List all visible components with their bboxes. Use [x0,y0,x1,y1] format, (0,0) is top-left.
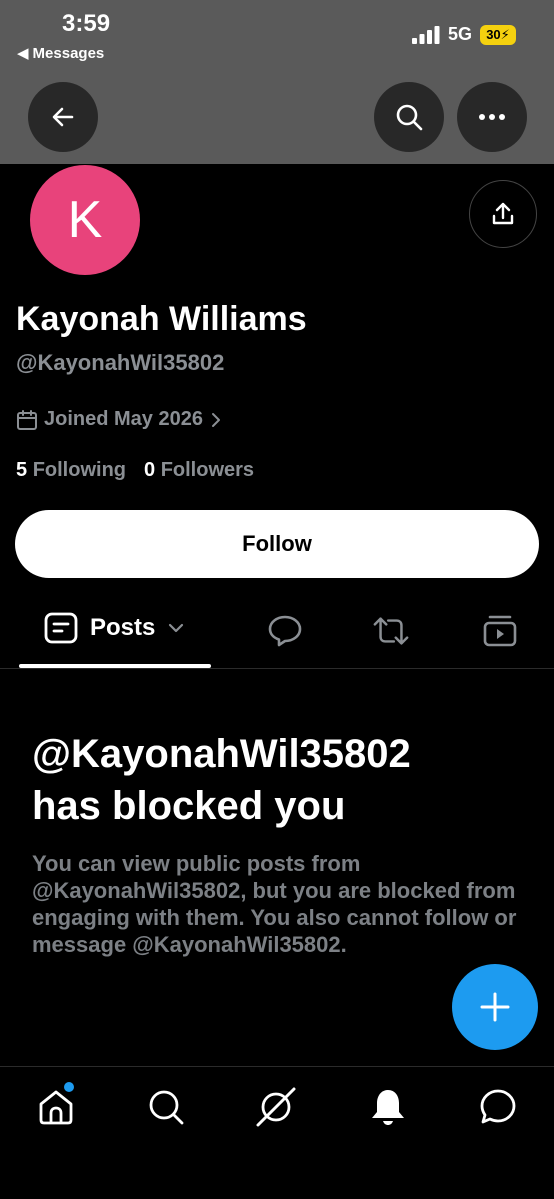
network-type: 5G [447,24,472,44]
status-indicators: 5G 30 ⚡ [411,24,516,45]
back-to-app-label: Messages [32,44,105,62]
tab-posts-label: Posts [90,614,156,641]
bell-icon [372,1090,404,1125]
follow-button[interactable]: Follow [15,510,539,578]
posts-icon [44,612,78,644]
bottom-nav-divider [0,1066,554,1067]
battery-indicator: 30 ⚡ [480,24,516,45]
chevron-down-icon [169,623,184,633]
blocked-title-text: has blocked you [32,784,346,828]
followers-link[interactable]: 0 Followers [144,459,254,482]
avatar-letter: K [67,191,103,249]
search-icon [396,104,423,131]
share-profile-button[interactable] [469,180,537,248]
plus-icon [480,992,510,1022]
nav-search[interactable] [144,1085,188,1129]
calendar-icon [17,409,37,430]
home-notification-dot [64,1082,74,1092]
profile-name: Kayonah Williams [16,300,307,338]
avatar[interactable]: K [30,165,140,275]
blocked-description: You can view public posts from @KayonahW… [32,851,517,957]
tab-replies[interactable] [266,612,304,650]
tab-posts[interactable]: Posts [44,612,185,644]
messages-icon [480,1089,516,1124]
battery-level: 30 [486,27,501,42]
status-time: 3:59 [62,10,111,37]
following-label: Following [32,459,126,481]
following-link[interactable]: 5 Following [16,459,126,482]
back-triangle-icon: ◀ [17,45,29,62]
follow-counts: 5 Following 0 Followers [16,459,254,482]
replies-icon [268,615,302,647]
tab-divider [0,668,554,669]
signal-icon [411,25,440,44]
nav-home[interactable] [34,1085,78,1129]
blocked-title-handle: @KayonahWil35802 [32,732,411,776]
chevron-right-icon [211,412,220,427]
more-options-button[interactable] [457,82,527,152]
followers-count: 0 [144,459,156,481]
joined-label: Joined May 2026 [44,408,203,430]
joined-date[interactable]: Joined May 2026 [16,408,223,431]
back-button[interactable] [28,82,98,152]
tab-media[interactable] [481,612,519,650]
nav-grok[interactable] [254,1085,298,1129]
share-icon [492,202,514,225]
home-icon [39,1090,73,1125]
reposts-icon [373,617,409,645]
search-button[interactable] [374,82,444,152]
followers-label: Followers [160,459,255,481]
profile-handle: @KayonahWil35802 [16,350,225,375]
grok-icon [256,1087,296,1127]
nav-notifications[interactable] [366,1085,410,1129]
explore-icon [149,1090,184,1125]
charging-icon: ⚡ [500,26,510,42]
media-icon [483,615,517,647]
compose-button[interactable] [452,964,538,1050]
nav-messages[interactable] [476,1085,520,1129]
back-arrow-icon [52,107,74,127]
blocked-title: @KayonahWil35802 has blocked you [32,728,512,832]
back-to-app-link[interactable]: ◀ Messages [17,44,105,63]
tab-reposts[interactable] [372,612,410,650]
more-icon [479,114,505,120]
following-count: 5 [16,459,28,481]
